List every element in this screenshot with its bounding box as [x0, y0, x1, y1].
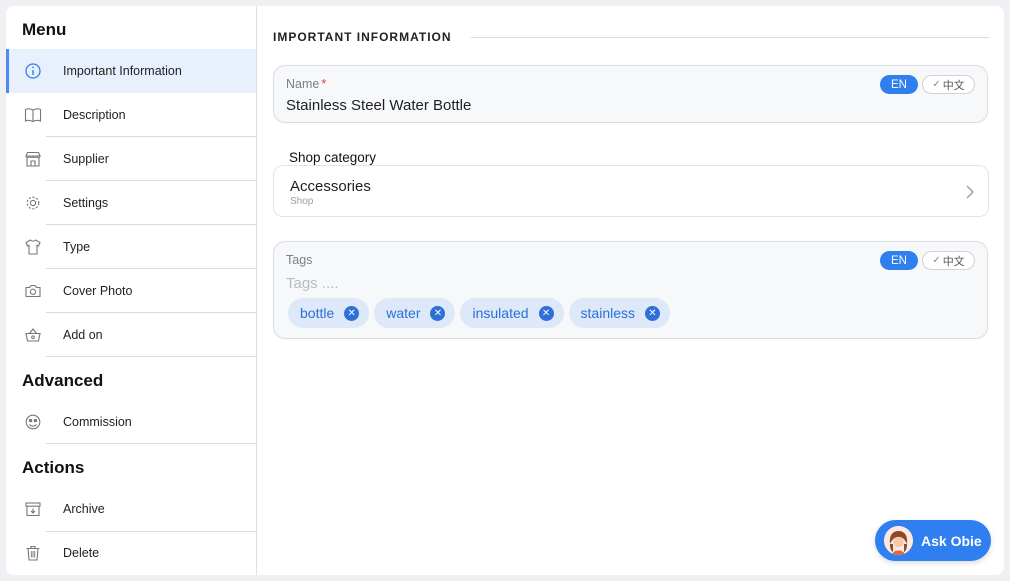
sidebar-item-label: Important Information	[63, 64, 182, 78]
shop-category-title: Shop category	[289, 150, 377, 165]
heading-divider	[471, 37, 989, 38]
store-icon	[24, 150, 42, 168]
divider	[46, 443, 256, 444]
chevron-right-icon	[964, 183, 976, 201]
lang-en-button[interactable]: EN	[880, 251, 918, 270]
page-title: IMPORTANT INFORMATION	[273, 30, 452, 44]
shop-category-sub: Shop	[290, 196, 314, 207]
sidebar-item-supplier[interactable]: Supplier	[6, 137, 256, 181]
name-field[interactable]: Name * Stainless Steel Water Bottle EN ✓ 中…	[273, 65, 988, 123]
sidebar-item-type[interactable]: Type	[6, 225, 256, 269]
tag-chip: stainless ✕	[568, 298, 670, 328]
sidebar: Menu Important Information Description S…	[6, 6, 257, 575]
ask-obie-button[interactable]: Ask Obie	[875, 520, 991, 561]
name-label: Name *	[286, 77, 327, 91]
divider	[46, 356, 256, 357]
archive-icon	[24, 500, 42, 518]
sidebar-item-commission[interactable]: Commission	[6, 400, 256, 444]
camera-icon	[24, 282, 42, 300]
sidebar-item-label: Archive	[63, 502, 105, 516]
info-icon	[24, 62, 42, 80]
book-icon	[24, 106, 42, 124]
sidebar-item-label: Description	[63, 108, 126, 122]
tag-chip: bottle ✕	[288, 298, 370, 328]
tags-label: Tags	[286, 253, 313, 267]
tags-field: Tags EN ✓中文 bottle✕ water✕ insulated✕ st…	[273, 241, 988, 339]
actions-title: Actions	[22, 458, 85, 477]
sidebar-item-label: Add on	[63, 328, 103, 342]
sidebar-item-label: Type	[63, 240, 91, 254]
remove-tag-icon[interactable]: ✕	[538, 305, 554, 321]
basket-icon	[24, 326, 42, 344]
tag-chip: water ✕	[374, 298, 456, 328]
shop-category-value: Accessories	[290, 178, 371, 195]
divider	[46, 531, 256, 532]
sidebar-item-cover-photo[interactable]: Cover Photo	[6, 269, 256, 313]
tag-chip: insulated ✕	[460, 298, 564, 328]
lang-zh-button[interactable]: ✓ 中文	[922, 75, 975, 94]
sidebar-item-label: Delete	[63, 546, 100, 560]
trash-icon	[24, 544, 42, 562]
language-toggle: EN ✓ 中文	[880, 75, 975, 94]
sidebar-item-label: Cover Photo	[63, 284, 133, 298]
gear-icon	[24, 194, 42, 212]
lang-en-button[interactable]: EN	[880, 75, 918, 94]
check-icon: ✓	[932, 255, 941, 266]
sidebar-item-label: Commission	[63, 415, 132, 429]
avatar	[884, 526, 913, 555]
shirt-icon	[24, 238, 42, 256]
advanced-title: Advanced	[22, 371, 104, 390]
sidebar-item-settings[interactable]: Settings	[6, 181, 256, 225]
app-frame: Menu Important Information Description S…	[6, 6, 1004, 575]
ask-obie-label: Ask Obie	[921, 532, 982, 549]
shop-category-select[interactable]: Accessories Shop	[273, 165, 989, 217]
lang-zh-button[interactable]: ✓ 中文	[922, 251, 975, 270]
required-mark: *	[321, 77, 327, 91]
check-icon: ✓	[932, 79, 941, 90]
remove-tag-icon[interactable]: ✕	[430, 305, 446, 321]
main-content: IMPORTANT INFORMATION Name * Stainless St…	[257, 6, 1004, 575]
sidebar-item-delete[interactable]: Delete	[6, 531, 256, 575]
sidebar-item-label: Supplier	[63, 152, 109, 166]
sidebar-item-label: Settings	[63, 196, 109, 210]
tag-list: bottle ✕ water ✕ insulated ✕ stainless ✕	[288, 298, 670, 328]
sidebar-item-add-on[interactable]: Add on	[6, 313, 256, 357]
commission-icon	[24, 413, 42, 431]
name-value[interactable]: Stainless Steel Water Bottle	[286, 97, 471, 114]
sidebar-item-archive[interactable]: Archive	[6, 487, 256, 531]
sidebar-item-description[interactable]: Description	[6, 93, 256, 137]
menu-title: Menu	[22, 20, 67, 39]
sidebar-item-important-information[interactable]: Important Information	[6, 49, 256, 93]
language-toggle: EN ✓ 中文	[880, 251, 975, 270]
tags-input[interactable]	[286, 275, 786, 292]
remove-tag-icon[interactable]: ✕	[344, 305, 360, 321]
remove-tag-icon[interactable]: ✕	[645, 305, 660, 321]
